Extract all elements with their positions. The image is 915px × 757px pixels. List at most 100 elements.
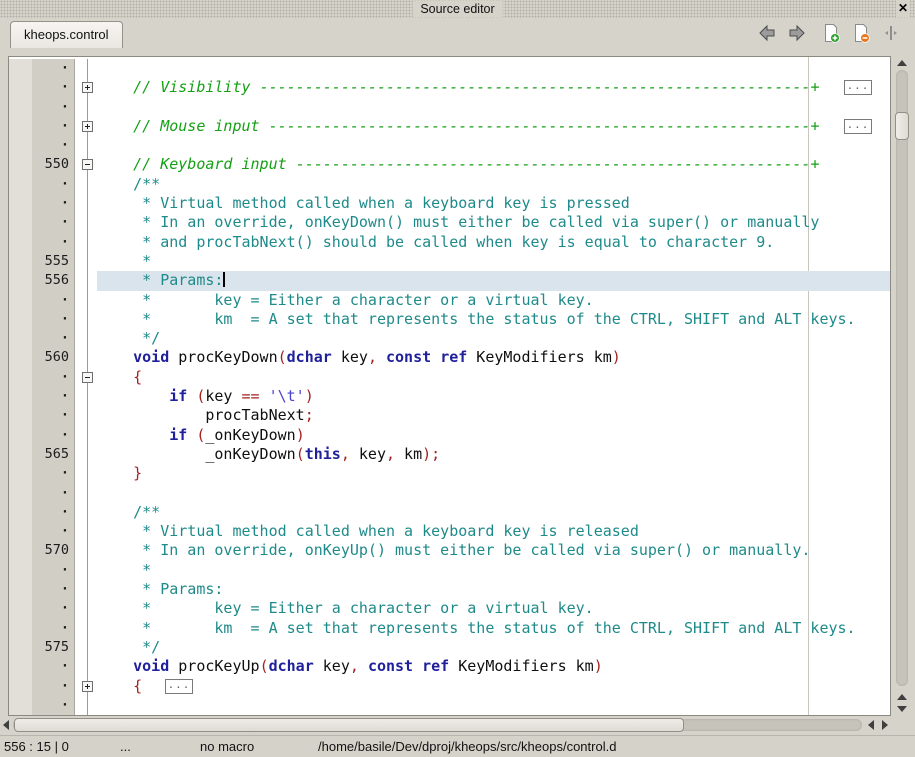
macro-status: no macro [200, 739, 254, 754]
editor-line: · [9, 484, 890, 503]
fold-margin [75, 175, 97, 194]
code-line[interactable]: void procKeyUp(dchar key, const ref KeyM… [97, 657, 890, 676]
bookmark-margin [9, 638, 32, 657]
tab-kheops-control[interactable]: kheops.control [10, 21, 123, 48]
code-line[interactable]: {... [97, 677, 890, 696]
code-line[interactable]: * key = Either a character or a virtual … [97, 291, 890, 310]
new-document-icon[interactable] [821, 23, 841, 43]
bookmark-margin [9, 541, 32, 560]
fold-margin [75, 98, 97, 117]
bookmark-margin [9, 387, 32, 406]
code-line[interactable]: // Keyboard input ----------------------… [97, 155, 890, 174]
bookmark-margin [9, 696, 32, 715]
code-editor[interactable]: ·· // Visibility -----------------------… [8, 56, 891, 716]
fold-margin [75, 213, 97, 232]
code-line[interactable]: void procKeyDown(dchar key, const ref Ke… [97, 348, 890, 367]
code-line[interactable]: * and procTabNext() should be called whe… [97, 233, 890, 252]
code-line[interactable]: */ [97, 329, 890, 348]
code-line[interactable]: procTabNext; [97, 406, 890, 425]
fold-ellipsis-box[interactable]: ... [165, 679, 193, 694]
fold-ellipsis-box[interactable]: ... [844, 119, 872, 134]
split-view-icon[interactable] [881, 23, 901, 43]
code-line[interactable]: /** [97, 503, 890, 522]
fold-tree-line [87, 561, 88, 580]
close-document-icon[interactable] [851, 23, 871, 43]
code-line[interactable] [97, 696, 890, 715]
fold-tree-line [87, 406, 88, 425]
bookmark-margin [9, 657, 32, 676]
code-line[interactable]: * Params: [97, 580, 890, 599]
code-line[interactable] [97, 136, 890, 155]
line-number: 575 [32, 638, 75, 657]
code-line[interactable]: // Visibility --------------------------… [97, 78, 890, 97]
titlebar[interactable]: Source editor ✕ [0, 0, 915, 18]
code-line[interactable] [97, 59, 890, 78]
fold-collapsed-icon[interactable] [82, 681, 93, 692]
scroll-up-icon[interactable] [897, 694, 907, 700]
bookmark-margin [9, 619, 32, 638]
code-line[interactable]: * Params: [97, 271, 890, 290]
editor-line: · * Params: [9, 580, 890, 599]
bookmark-margin [9, 117, 32, 136]
code-line[interactable]: if (_onKeyDown) [97, 426, 890, 445]
vertical-scrollbar[interactable] [893, 56, 911, 716]
line-number: · [32, 136, 75, 155]
code-line[interactable]: * In an override, onKeyUp() must either … [97, 541, 890, 560]
fold-margin [75, 696, 97, 715]
pending-status: ... [120, 739, 131, 754]
fold-expanded-icon[interactable] [82, 159, 93, 170]
editor-line: · * Virtual method called when a keyboar… [9, 522, 890, 541]
fold-collapsed-icon[interactable] [82, 82, 93, 93]
line-number: · [32, 117, 75, 136]
code-line[interactable] [97, 98, 890, 117]
code-line[interactable]: _onKeyDown(this, key, km); [97, 445, 890, 464]
bookmark-margin [9, 464, 32, 483]
code-line[interactable]: * km = A set that represents the status … [97, 310, 890, 329]
code-line[interactable]: void procTabNext() [97, 715, 890, 716]
fold-tree-line [87, 175, 88, 194]
bookmark-margin [9, 213, 32, 232]
line-number: 550 [32, 155, 75, 174]
code-line[interactable]: * Virtual method called when a keyboard … [97, 522, 890, 541]
vertical-scroll-track[interactable] [896, 70, 908, 686]
code-line[interactable]: * km = A set that represents the status … [97, 619, 890, 638]
code-line[interactable]: * Virtual method called when a keyboard … [97, 194, 890, 213]
nav-forward-icon[interactable] [787, 23, 807, 43]
fold-tree-line [87, 271, 88, 290]
vertical-scroll-thumb[interactable] [895, 112, 909, 140]
editor-line: · } [9, 464, 890, 483]
nav-back-icon[interactable] [757, 23, 777, 43]
bookmark-margin [9, 78, 32, 97]
code-line[interactable]: * [97, 561, 890, 580]
fold-tree-line [87, 445, 88, 464]
line-number: · [32, 310, 75, 329]
horizontal-scrollbar[interactable] [0, 717, 896, 734]
bookmark-margin [9, 522, 32, 541]
code-line[interactable]: /** [97, 175, 890, 194]
bookmark-margin [9, 368, 32, 387]
code-line[interactable]: if (key == '\t') [97, 387, 890, 406]
scroll-left-icon[interactable] [3, 720, 9, 730]
code-line[interactable]: // Mouse input -------------------------… [97, 117, 890, 136]
code-line[interactable]: * In an override, onKeyDown() must eithe… [97, 213, 890, 232]
editor-line: · */ [9, 329, 890, 348]
scroll-down-icon[interactable] [897, 706, 907, 712]
editor-line: · /** [9, 175, 890, 194]
code-line[interactable]: { [97, 368, 890, 387]
scroll-left-icon[interactable] [868, 720, 874, 730]
fold-margin [75, 387, 97, 406]
scroll-up-icon[interactable] [897, 60, 907, 66]
fold-margin [75, 580, 97, 599]
fold-ellipsis-box[interactable]: ... [844, 80, 872, 95]
fold-collapsed-icon[interactable] [82, 121, 93, 132]
code-line[interactable]: * key = Either a character or a virtual … [97, 599, 890, 618]
fold-expanded-icon[interactable] [82, 372, 93, 383]
code-line[interactable] [97, 484, 890, 503]
close-icon[interactable]: ✕ [896, 0, 910, 17]
fold-margin [75, 561, 97, 580]
code-line[interactable]: * [97, 252, 890, 271]
code-line[interactable]: */ [97, 638, 890, 657]
code-line[interactable]: } [97, 464, 890, 483]
scroll-right-icon[interactable] [882, 720, 888, 730]
horizontal-scroll-thumb[interactable] [14, 718, 684, 732]
